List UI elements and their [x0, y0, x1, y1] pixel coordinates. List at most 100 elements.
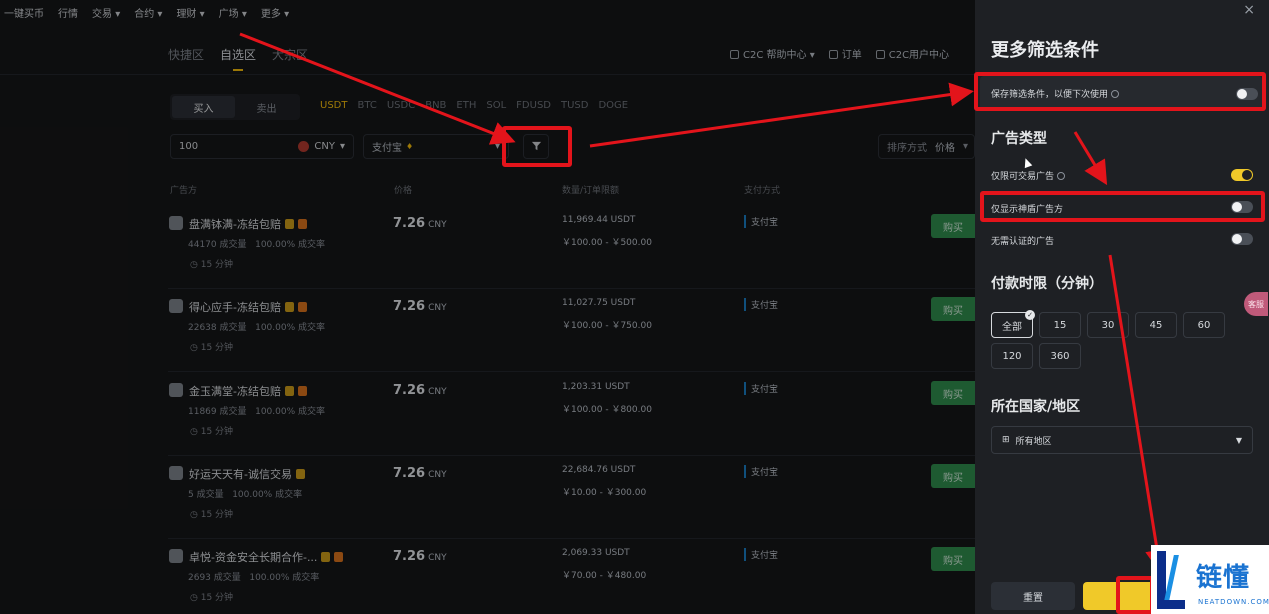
merchant-name-text: 好运天天有-诚信交易 — [189, 468, 292, 481]
sell-tab[interactable]: 卖出 — [235, 96, 298, 118]
time-chip-60[interactable]: 60 — [1183, 312, 1225, 338]
merchant-badge-icon — [321, 552, 331, 562]
pay-time-text: 15 分钟 — [200, 260, 234, 270]
merchant-stats: 2693 成交量 100.00% 成交率 — [188, 570, 319, 583]
price: 7.26 CNY — [393, 216, 447, 231]
buy-tab[interactable]: 买入 — [172, 96, 235, 118]
coin-tab-eth[interactable]: ETH — [456, 100, 476, 111]
nav-item-square[interactable]: 广场 ▾ — [219, 5, 247, 20]
nav-item-trade-label: 交易 — [92, 8, 112, 20]
price-currency: CNY — [428, 470, 447, 480]
nav-item-trade[interactable]: 交易 ▾ — [92, 5, 120, 20]
nav-item-markets[interactable]: 行情 — [58, 5, 78, 20]
coin-tab-tusd[interactable]: TUSD — [561, 100, 588, 111]
merchant-badge-icon — [295, 469, 305, 479]
completion-rate: 100.00% 成交率 — [255, 407, 325, 417]
merchant-name[interactable]: 金玉满堂-冻结包赔 — [189, 383, 307, 399]
pay-time-text: 15 分钟 — [200, 510, 234, 520]
tab-block[interactable]: 大宗区 — [272, 46, 308, 63]
price: 7.26 CNY — [393, 466, 447, 481]
coin-tab-bnb[interactable]: BNB — [425, 100, 446, 111]
orders-icon — [828, 50, 838, 59]
watermark-en: NEATDOWN.COM — [1198, 598, 1269, 606]
nav-item-earn[interactable]: 理财 ▾ — [176, 5, 204, 20]
time-chip-all-label: 全部 — [1002, 321, 1022, 333]
chevron-down-icon: ▾ — [284, 8, 290, 20]
merchant-stats: 44170 成交量 100.00% 成交率 — [188, 237, 325, 250]
nav-item-futures[interactable]: 合约 ▾ — [134, 5, 162, 20]
chevron-down-icon: ▾ — [963, 141, 969, 152]
coin-tab-btc[interactable]: BTC — [357, 100, 376, 111]
sort-label: 排序方式 — [887, 143, 927, 154]
ad-type-title: 广告类型 — [991, 131, 1047, 147]
user-center-link[interactable]: C2C用户中心 — [875, 46, 949, 61]
reset-button[interactable]: 重置 — [991, 582, 1075, 610]
nav-item-more[interactable]: 更多 ▾ — [261, 5, 289, 20]
buy-button[interactable]: 购买 — [931, 381, 975, 405]
coin-tab-usdc[interactable]: USDC — [387, 100, 415, 111]
coin-tab-sol[interactable]: SOL — [486, 100, 506, 111]
buy-sell-toggle: 买入 卖出 — [170, 94, 300, 120]
time-chip-all[interactable]: 全部 ✓ — [991, 310, 1035, 338]
order-limit: ￥70.00 - ￥480.00 — [562, 571, 647, 581]
time-chip-30[interactable]: 30 — [1087, 312, 1129, 338]
chevron-down-icon: ▾ — [115, 8, 121, 20]
tradable-only-toggle[interactable] — [1231, 169, 1253, 181]
chevron-down-icon: ▾ — [241, 8, 247, 20]
buy-button[interactable]: 购买 — [931, 297, 975, 321]
merchant-name[interactable]: 好运天天有-诚信交易 — [189, 466, 305, 482]
currency-select[interactable]: CNY ▾ — [298, 141, 345, 152]
payment-time-title: 付款时限（分钟） — [991, 276, 1103, 292]
no-verify-toggle[interactable] — [1231, 233, 1253, 245]
merchant-name[interactable]: 盘满钵满-冻结包赔 — [189, 216, 307, 232]
merchant-name-text: 卓悦-资金安全长期合作-... — [189, 551, 318, 564]
region-value: 所有地区 — [1015, 436, 1052, 447]
buy-button[interactable]: 购买 — [931, 214, 975, 238]
time-chip-45[interactable]: 45 — [1135, 312, 1177, 338]
merchant-name[interactable]: 得心应手-冻结包赔 — [189, 299, 307, 315]
price-value: 7.26 — [393, 216, 426, 231]
table-row: 卓悦-资金安全长期合作-... 2693 成交量 100.00% 成交率 ◷ 1… — [0, 539, 975, 614]
shield-icon — [334, 552, 344, 562]
pay-time-text: 15 分钟 — [200, 593, 234, 603]
nav-item-quick-buy[interactable]: 一键买币 — [4, 5, 44, 20]
time-chip-360[interactable]: 360 — [1039, 343, 1081, 369]
tab-quick[interactable]: 快捷区 — [168, 46, 204, 63]
pay-time: ◷ 15 分钟 — [190, 340, 233, 353]
sort-select[interactable]: 排序方式 价格 ▾ — [878, 134, 975, 159]
amount-value: 100 — [179, 141, 199, 152]
pay-time-text: 15 分钟 — [200, 427, 234, 437]
tab-custom[interactable]: 自选区 — [220, 46, 256, 63]
payment-method: 支付宝 — [744, 465, 778, 478]
price: 7.26 CNY — [393, 299, 447, 314]
help-icon — [730, 50, 739, 59]
time-chip-15[interactable]: 15 — [1039, 312, 1081, 338]
close-icon[interactable]: × — [1243, 2, 1255, 18]
merchant-name[interactable]: 卓悦-资金安全长期合作-... — [189, 549, 344, 565]
available-quantity: 11,969.44 USDT — [562, 215, 636, 225]
trade-count: 2693 成交量 — [188, 573, 241, 583]
trade-count: 22638 成交量 — [188, 323, 247, 333]
price: 7.26 CNY — [393, 549, 447, 564]
nav-item-futures-label: 合约 — [134, 8, 155, 20]
orders-label: 订单 — [841, 50, 862, 61]
coin-tab-usdt[interactable]: USDT — [320, 100, 347, 111]
payment-method: 支付宝 — [744, 298, 778, 311]
payment-method-select[interactable]: 支付宝 ♦ ▾ — [363, 134, 509, 159]
coin-tab-doge[interactable]: DOGE — [598, 100, 628, 111]
buy-button[interactable]: 购买 — [931, 464, 975, 488]
buy-button[interactable]: 购买 — [931, 547, 975, 571]
clock-icon: ◷ — [190, 260, 198, 270]
time-chip-120[interactable]: 120 — [991, 343, 1033, 369]
region-select[interactable]: ⊞ 所有地区 ▼ — [991, 426, 1253, 454]
chat-support-button[interactable]: 客服 — [1244, 292, 1268, 316]
help-center-link[interactable]: C2C 帮助中心 ▾ — [730, 46, 815, 61]
price-value: 7.26 — [393, 383, 426, 398]
coin-tab-fdusd[interactable]: FDUSD — [516, 100, 551, 111]
orders-link[interactable]: 订单 — [828, 46, 862, 61]
amount-input[interactable]: 100 CNY ▾ — [170, 134, 354, 159]
coin-tabs: USDT BTC USDC BNB ETH SOL FDUSD TUSD DOG… — [320, 100, 628, 111]
header-divider — [0, 74, 975, 75]
clock-icon: ◷ — [190, 593, 198, 603]
clock-icon: ◷ — [190, 427, 198, 437]
